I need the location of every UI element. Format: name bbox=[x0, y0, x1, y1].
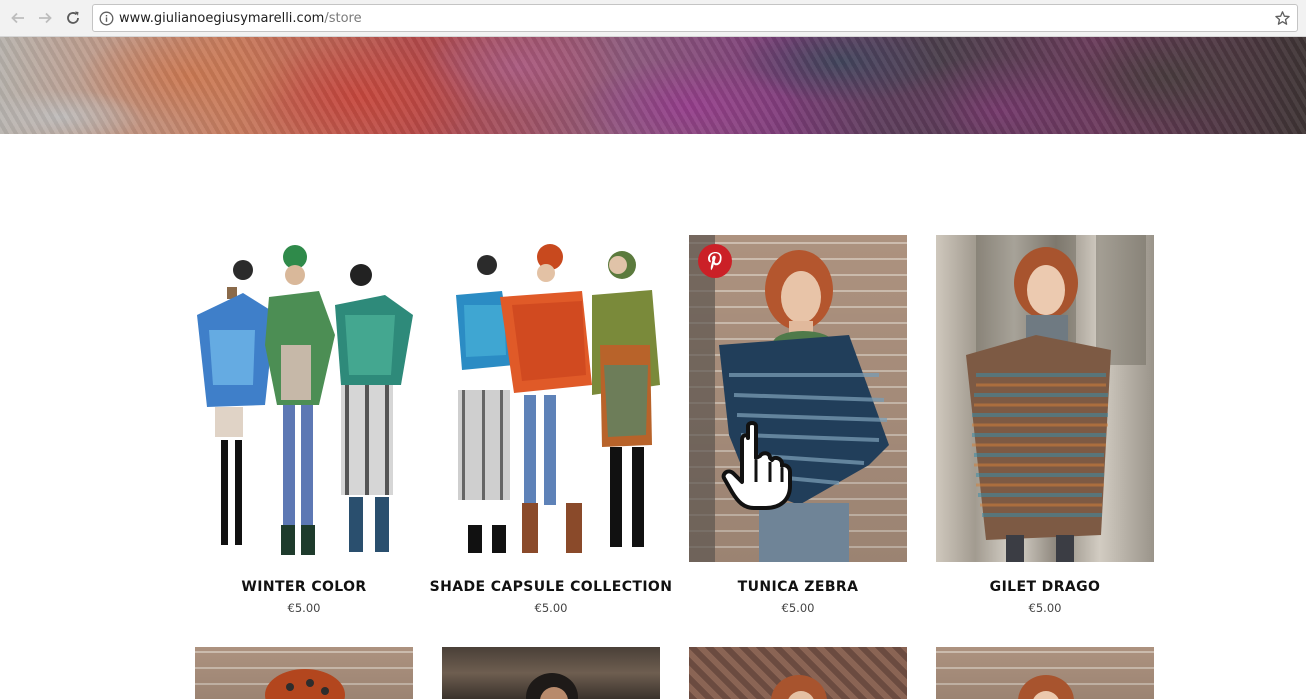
url-host: www.giulianoegiusymarelli.com bbox=[119, 11, 325, 26]
arrow-right-icon bbox=[39, 12, 52, 24]
product-price: €5.00 bbox=[287, 601, 321, 615]
product-photo bbox=[526, 673, 578, 699]
product-photo bbox=[771, 675, 827, 699]
product-name[interactable]: SHADE CAPSULE COLLECTION bbox=[422, 579, 680, 595]
product-image[interactable] bbox=[442, 235, 660, 562]
product-photo bbox=[689, 235, 889, 562]
product-card[interactable] bbox=[442, 647, 660, 699]
address-bar[interactable]: www.giulianoegiusymarelli.com/store bbox=[92, 4, 1298, 32]
product-card[interactable] bbox=[689, 647, 907, 699]
product-image[interactable] bbox=[936, 647, 1154, 699]
product-photo bbox=[265, 669, 345, 699]
product-card[interactable]: TUNICA ZEBRA €5.00 bbox=[689, 235, 907, 615]
pinterest-icon bbox=[708, 252, 722, 271]
product-price: €5.00 bbox=[534, 601, 568, 615]
product-photo bbox=[966, 235, 1146, 562]
product-card[interactable] bbox=[936, 647, 1154, 699]
product-card[interactable]: GILET DRAGO €5.00 bbox=[936, 235, 1154, 615]
product-name[interactable]: GILET DRAGO bbox=[916, 579, 1174, 595]
back-button[interactable] bbox=[7, 7, 29, 29]
fashion-sketch-illustration bbox=[197, 245, 413, 555]
product-name[interactable]: TUNICA ZEBRA bbox=[669, 579, 927, 595]
product-image[interactable] bbox=[689, 235, 907, 562]
product-image[interactable] bbox=[442, 647, 660, 699]
info-icon[interactable] bbox=[99, 11, 114, 26]
browser-toolbar: www.giulianoegiusymarelli.com/store bbox=[0, 0, 1306, 37]
product-card[interactable]: SHADE CAPSULE COLLECTION €5.00 bbox=[430, 235, 672, 615]
product-image[interactable] bbox=[689, 647, 907, 699]
product-price: €5.00 bbox=[1028, 601, 1062, 615]
product-price: €5.00 bbox=[781, 601, 815, 615]
product-name[interactable]: WINTER COLOR bbox=[175, 579, 433, 595]
star-icon[interactable] bbox=[1274, 10, 1291, 27]
url-text[interactable]: www.giulianoegiusymarelli.com/store bbox=[119, 11, 362, 26]
product-image[interactable] bbox=[936, 235, 1154, 562]
product-card[interactable] bbox=[195, 647, 413, 699]
reload-button[interactable] bbox=[62, 7, 84, 29]
product-image[interactable] bbox=[195, 647, 413, 699]
forward-button[interactable] bbox=[34, 7, 56, 29]
fashion-sketch-illustration bbox=[456, 244, 660, 553]
url-path: /store bbox=[324, 11, 362, 26]
product-image[interactable] bbox=[195, 235, 413, 562]
product-photo bbox=[1018, 675, 1074, 699]
reload-icon bbox=[67, 11, 79, 24]
hero-banner-image bbox=[0, 37, 1306, 134]
product-card[interactable]: WINTER COLOR €5.00 bbox=[195, 235, 413, 615]
arrow-left-icon bbox=[11, 12, 24, 24]
pinterest-save-button[interactable] bbox=[698, 244, 732, 278]
